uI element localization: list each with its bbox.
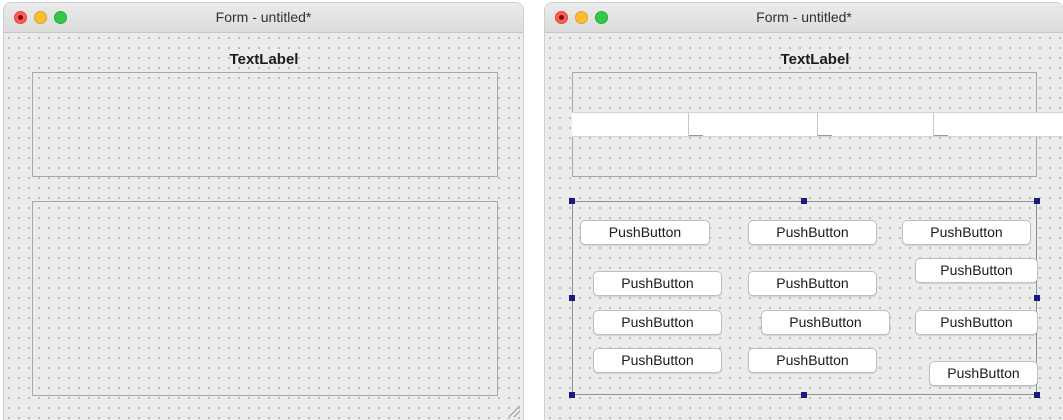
- form-canvas[interactable]: TextLabel PushButton PushButton PushButt…: [545, 33, 1063, 420]
- resize-handle-top-right[interactable]: [1034, 198, 1040, 204]
- text-label[interactable]: TextLabel: [755, 51, 875, 68]
- resize-handle-bottom-left[interactable]: [569, 392, 575, 398]
- push-button[interactable]: PushButton: [915, 258, 1038, 283]
- push-button[interactable]: PushButton: [748, 271, 877, 296]
- title-bar[interactable]: Form - untitled*: [545, 3, 1063, 33]
- strip-tick: [818, 135, 832, 136]
- resize-handle-bottom-right[interactable]: [1034, 392, 1040, 398]
- strip-tick: [689, 135, 703, 136]
- strip-tick: [934, 135, 948, 136]
- window-title: Form - untitled*: [215, 9, 312, 25]
- push-button[interactable]: PushButton: [593, 310, 722, 335]
- push-button[interactable]: PushButton: [902, 220, 1031, 245]
- frame-bottom[interactable]: [32, 201, 498, 396]
- push-button[interactable]: PushButton: [761, 310, 890, 335]
- resize-handle-top-left[interactable]: [569, 198, 575, 204]
- header-strip[interactable]: [572, 112, 1063, 137]
- title-bar[interactable]: Form - untitled*: [4, 3, 523, 33]
- strip-divider: [817, 113, 818, 136]
- resize-handle-right[interactable]: [1034, 295, 1040, 301]
- push-button[interactable]: PushButton: [593, 348, 722, 373]
- push-button[interactable]: PushButton: [593, 271, 722, 296]
- resize-handle-left[interactable]: [569, 295, 575, 301]
- strip-divider: [688, 113, 689, 136]
- push-button[interactable]: PushButton: [929, 361, 1038, 386]
- push-button[interactable]: PushButton: [748, 348, 877, 373]
- push-button[interactable]: PushButton: [748, 220, 877, 245]
- push-button[interactable]: PushButton: [915, 310, 1038, 335]
- text-label[interactable]: TextLabel: [204, 51, 324, 68]
- frame-top[interactable]: [32, 72, 498, 177]
- push-button[interactable]: PushButton: [580, 220, 710, 245]
- strip-divider: [933, 113, 934, 136]
- resize-grip-icon[interactable]: [509, 406, 520, 417]
- resize-handle-top[interactable]: [801, 198, 807, 204]
- form-canvas[interactable]: TextLabel: [4, 33, 523, 420]
- designer-window-right: Form - untitled* TextLabel PushButton Pu…: [545, 3, 1063, 420]
- designer-window-left: Form - untitled* TextLabel: [4, 3, 523, 420]
- window-title: Form - untitled*: [756, 9, 852, 25]
- resize-handle-bottom[interactable]: [801, 392, 807, 398]
